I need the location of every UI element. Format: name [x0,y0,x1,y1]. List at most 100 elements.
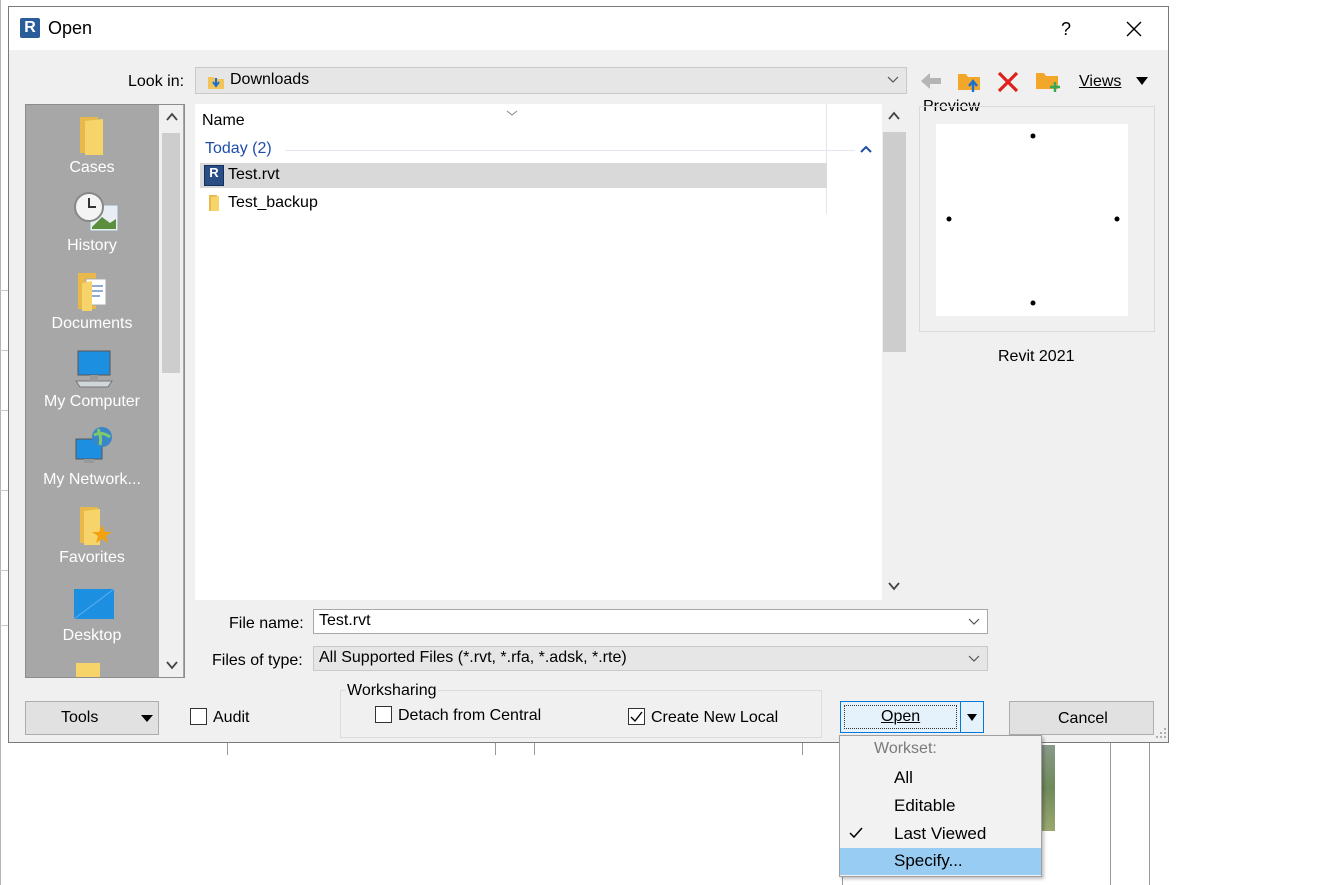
views-menu-button[interactable]: Views [1079,73,1121,91]
file-name-input[interactable]: Test.rvt [313,609,988,634]
group-divider [285,150,855,151]
group-header-today[interactable]: Today (2) [205,140,272,158]
menu-item-label: Last Viewed [894,824,987,843]
background-grid-line [0,490,8,491]
file-list: Name Today (2) R Test.rvt Test_backup [195,104,882,600]
place-label: Desktop [62,627,122,644]
chevron-down-icon [968,655,980,662]
workset-menu-item-last-viewed[interactable]: Last Viewed [840,821,1041,848]
create-new-local-label: Create New Local [651,709,779,726]
background-thumbnail [1042,745,1055,831]
place-label: Documents [51,315,133,332]
documents-folder-icon [78,273,107,311]
create-new-local-checkbox[interactable] [628,708,645,725]
file-row-test-rvt[interactable]: R Test.rvt [200,163,827,188]
workset-menu-item-editable[interactable]: Editable [840,793,1041,820]
preview-version: Revit 2021 [998,348,1075,365]
place-favorites[interactable]: Favorites [26,503,158,567]
folder-icon [209,195,219,211]
help-button[interactable]: ? [1053,16,1079,42]
workset-menu-item-specify[interactable]: Specify... [840,848,1041,875]
background-grid-line [0,570,8,571]
checkmark-icon [849,827,863,839]
files-of-type-dropdown[interactable]: All Supported Files (*.rvt, *.rfa, *.ads… [313,646,988,671]
background-grid-line [0,290,8,291]
scroll-up-icon[interactable] [887,110,901,122]
back-arrow-icon[interactable] [919,70,943,92]
detach-from-central-checkbox[interactable] [375,706,392,723]
workset-menu-item-all[interactable]: All [840,765,1041,792]
scroll-up-icon[interactable] [165,111,179,123]
preview-image [936,124,1128,316]
menu-item-label: Specify... [894,851,963,870]
place-label: My Computer [43,393,141,410]
tools-label: Tools [61,709,99,726]
look-in-dropdown[interactable]: Downloads [195,67,907,94]
name-column-header[interactable]: Name [202,112,245,130]
cancel-button[interactable]: Cancel [1009,701,1154,735]
background-grid-line [534,743,535,755]
folder-icon [80,117,103,155]
file-name-label: File name: [229,615,304,632]
workset-menu-header: Workset: [874,740,937,757]
file-name-label: Test_backup [228,194,318,211]
menu-item-label: All [894,768,913,787]
place-my-computer[interactable]: My Computer [26,347,158,411]
background-grid-line [495,743,496,755]
desktop-icon [73,588,115,620]
scroll-down-icon[interactable] [887,580,901,592]
menu-item-label: Editable [894,796,956,815]
file-row-test-backup[interactable]: Test_backup [200,191,827,216]
worksharing-label: Worksharing [346,682,438,700]
file-list-scrollbar-thumb[interactable] [883,132,906,352]
chevron-down-icon [887,76,899,83]
history-clock-icon [74,192,119,232]
place-label: Cases [69,159,115,176]
place-history[interactable]: History [26,191,158,255]
views-dropdown-arrow-icon[interactable] [1135,76,1149,86]
sort-chevron-icon [506,110,518,116]
look-in-value: Downloads [230,71,310,88]
open-label: Open [881,708,921,725]
rvt-file-icon: R [204,165,224,186]
dialog-title: Open [48,18,93,38]
checkmark-icon [630,711,643,723]
place-cases[interactable]: Cases [26,113,158,177]
close-icon [1126,21,1142,37]
background-grid-line [802,743,803,755]
rvt-icon-letter: R [209,165,219,180]
delete-x-icon[interactable] [996,70,1020,94]
views-label: Views [1079,73,1122,90]
open-options-button[interactable] [960,701,984,733]
open-dropdown-arrow-icon [967,714,977,721]
background-grid-line [1110,743,1111,885]
background-grid-line [0,410,8,411]
close-button[interactable] [1119,16,1149,42]
chevron-down-icon[interactable] [967,616,981,628]
favorites-star-folder-icon [80,507,112,545]
place-label: History [67,237,117,254]
audit-checkbox[interactable] [190,708,207,725]
place-label: Favorites [59,549,125,566]
revit-app-icon: R [20,18,40,38]
places-scrollbar-thumb[interactable] [162,133,180,373]
new-folder-icon[interactable] [1034,68,1062,94]
background-grid-line [0,350,8,351]
network-globe-icon [75,427,112,463]
place-documents[interactable]: Documents [26,269,158,333]
tools-button[interactable]: Tools [25,701,159,735]
computer-icon [75,350,113,388]
place-desktop[interactable]: Desktop [26,581,158,645]
places-sidebar: Cases History Documents My Computer My N… [25,104,185,678]
background-grid-line [0,625,8,626]
open-dialog: R Open ? Look in: Downloads Views Cases … [8,6,1169,743]
scroll-down-icon[interactable] [165,659,179,671]
file-name-value: Test.rvt [319,612,371,629]
background-grid-line [1149,743,1150,885]
folder-icon [76,663,100,677]
resize-grip-icon[interactable] [1155,727,1167,739]
collapse-group-icon[interactable] [859,144,873,154]
open-button[interactable]: Open [840,701,961,733]
up-folder-icon[interactable] [956,68,982,94]
place-my-network[interactable]: My Network... [26,425,158,489]
